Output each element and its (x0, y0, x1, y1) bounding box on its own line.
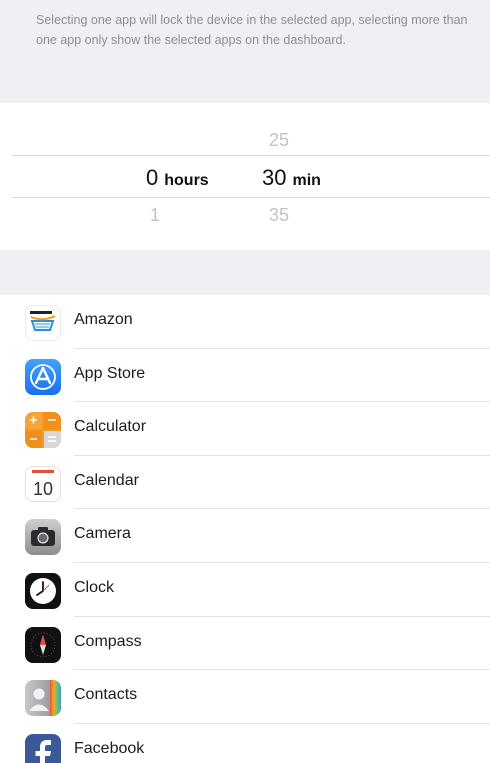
hours-wheel-selected[interactable]: 0 hours (146, 165, 209, 191)
calculator-icon (25, 412, 61, 449)
section-separator-band (0, 250, 490, 295)
app-label: Calendar (74, 471, 139, 489)
calendar-icon: 10 (25, 465, 61, 502)
camera-icon (25, 519, 61, 556)
app-list: Amazon App Store Calculator 10 Calendar … (0, 295, 490, 763)
app-label: Amazon (74, 311, 133, 328)
app-label: Contacts (74, 686, 138, 704)
app-row-clock[interactable]: Clock (0, 562, 490, 617)
lock-explanation-note: Selecting one app will lock the device i… (36, 13, 468, 47)
duration-picker[interactable]: 1 0 hours 25 30 min 35 (0, 103, 490, 250)
app-label: Clock (74, 578, 115, 596)
app-row-contacts[interactable]: Contacts (0, 670, 490, 724)
compass-icon (25, 626, 61, 663)
app-row-facebook[interactable]: Facebook (0, 723, 490, 763)
minutes-unit-label: min (292, 172, 321, 189)
hours-unit-label: hours (164, 172, 209, 189)
app-label: Compass (74, 632, 142, 650)
minutes-wheel-next-value[interactable]: 35 (262, 205, 296, 226)
minutes-wheel-selected[interactable]: 30 min (262, 165, 321, 191)
app-label: Camera (74, 525, 131, 543)
header-note-section: Selecting one app will lock the device i… (0, 0, 490, 103)
app-row-app-store[interactable]: App Store (0, 348, 490, 403)
minutes-selected-value: 30 (262, 165, 287, 190)
app-label: App Store (74, 364, 146, 382)
clock-icon (25, 572, 61, 609)
contacts-icon (25, 680, 61, 717)
hours-wheel-next-value[interactable]: 1 (145, 205, 165, 226)
app-row-camera[interactable]: Camera (0, 509, 490, 563)
amazon-icon (25, 305, 61, 341)
app-row-compass[interactable]: Compass (0, 616, 490, 671)
app-lock-settings-page: Selecting one app will lock the device i… (0, 0, 490, 763)
calendar-icon-day: 10 (33, 479, 53, 499)
app-label: Calculator (74, 418, 147, 436)
picker-selection-bottom-line (12, 197, 490, 198)
app-row-calendar[interactable]: 10 Calendar (0, 455, 490, 510)
picker-selection-top-line (12, 155, 490, 156)
app-row-calculator[interactable]: Calculator (0, 402, 490, 456)
minutes-wheel-previous-value[interactable]: 25 (262, 130, 296, 151)
hours-selected-value: 0 (146, 165, 159, 190)
app-store-icon (25, 358, 61, 395)
app-label: Facebook (74, 739, 145, 757)
facebook-icon (25, 733, 61, 763)
app-row-amazon[interactable]: Amazon (0, 295, 490, 349)
